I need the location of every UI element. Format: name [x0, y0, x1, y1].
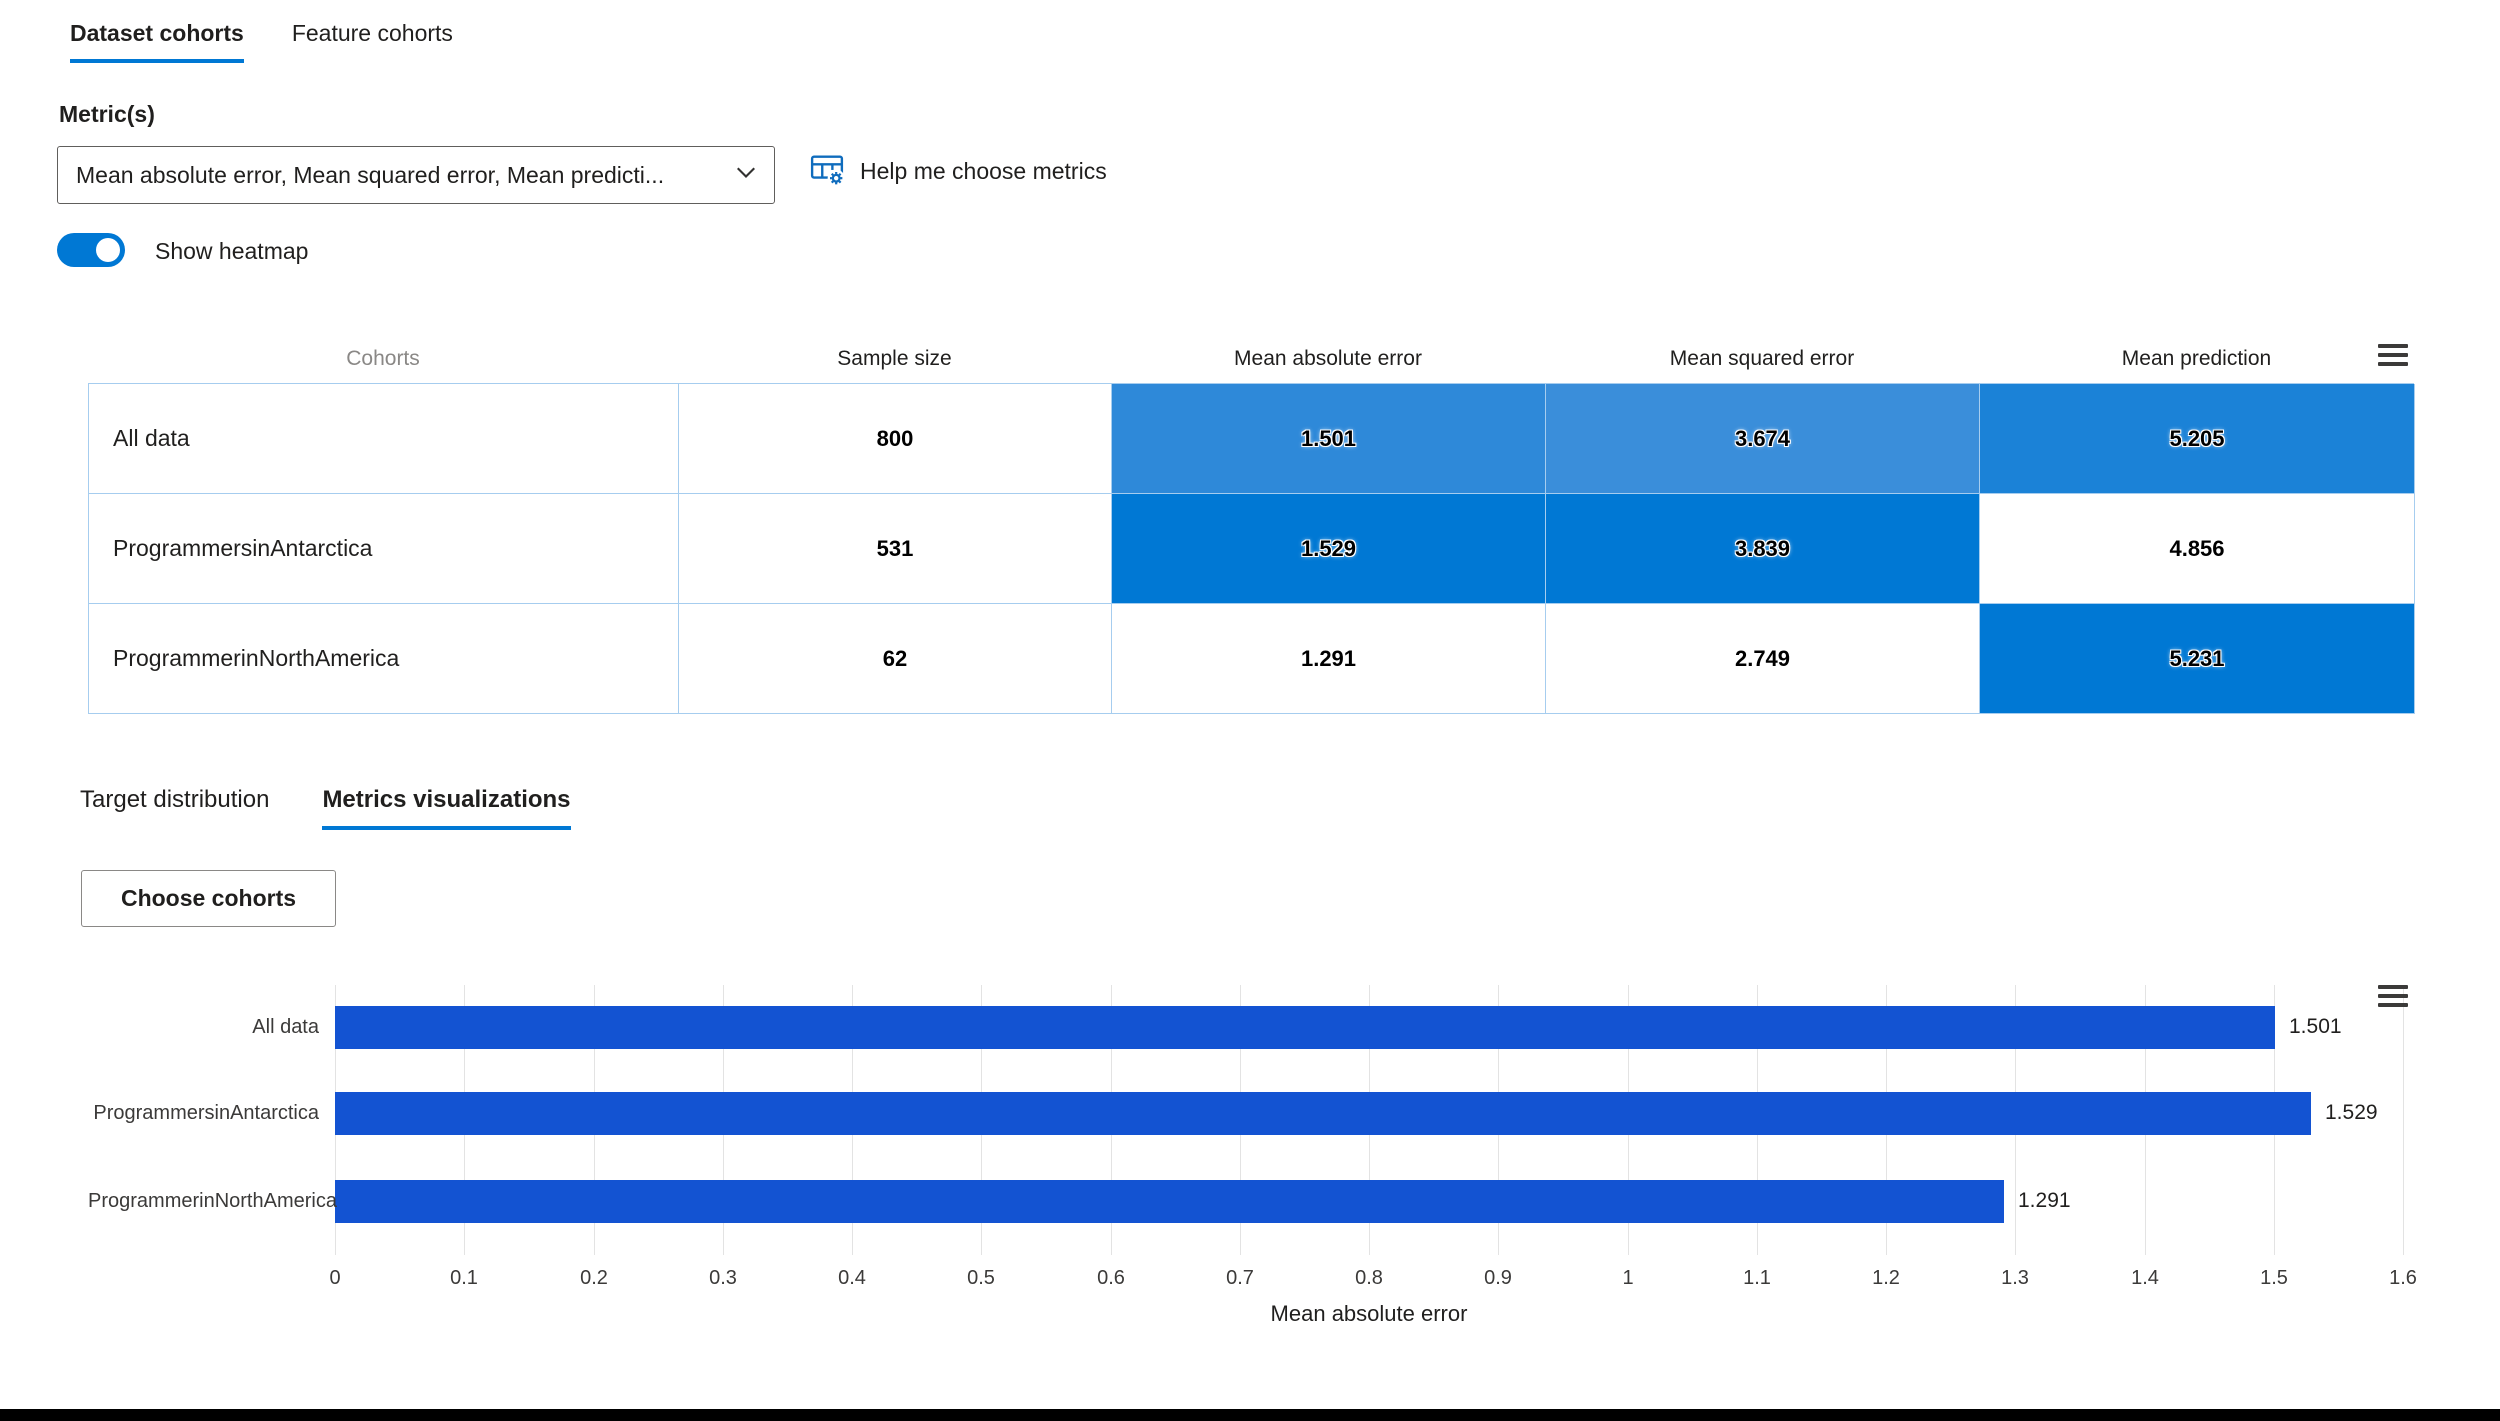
chart-x-ticks: 0 0.1 0.2 0.3 0.4 0.5 0.6 0.7 0.8 0.9 1 1.1 1.2 1.3 1.…	[329, 1267, 2416, 1293]
help-me-choose-metrics-button[interactable]: Help me choose metrics	[808, 150, 1107, 193]
x-tick-label: 0.4	[838, 1267, 866, 1289]
show-heatmap-toggle[interactable]	[57, 233, 125, 267]
x-tick-label: 0.7	[1226, 1267, 1254, 1289]
table-row: ProgrammersinAntarctica 531 1.529 3.839 …	[89, 494, 2415, 604]
x-tick-label: 0.1	[450, 1267, 478, 1289]
choose-cohorts-button[interactable]: Choose cohorts	[81, 870, 336, 927]
metrics-table: Cohorts Sample size Mean absolute error …	[88, 334, 2415, 714]
x-tick-label: 0.3	[709, 1267, 737, 1289]
col-header-cohorts: Cohorts	[346, 346, 420, 370]
y-category-label: ProgrammerinNorthAmerica	[88, 1190, 337, 1212]
col-header-sample-size: Sample size	[837, 346, 952, 370]
sample-size-cell: 531	[679, 494, 1112, 604]
bar-value-label: 1.291	[2018, 1189, 2071, 1212]
x-axis-title: Mean absolute error	[1270, 1301, 1468, 1326]
metrics-bar-chart: 1.501 1.529 1.291 All data ProgrammersinAnt…	[88, 975, 2417, 1355]
metric-dropdown[interactable]: Mean absolute error, Mean squared error,…	[57, 146, 775, 204]
x-tick-label: 1.4	[2131, 1267, 2159, 1289]
table-row: ProgrammerinNorthAmerica 62 1.291 2.749 …	[89, 604, 2415, 714]
cohort-tabs: Dataset cohorts Feature cohorts	[70, 20, 453, 63]
x-tick-label: 0.8	[1355, 1267, 1383, 1289]
col-header-mean-squared-error: Mean squared error	[1669, 346, 1855, 370]
y-category-label: All data	[252, 1016, 319, 1038]
bar-programmersinantarctica	[335, 1092, 2311, 1135]
y-category-label: ProgrammersinAntarctica	[93, 1102, 319, 1124]
visualization-tabs: Target distribution Metrics visualizatio…	[80, 786, 571, 830]
bar-programmerinnorthamerica	[335, 1180, 2004, 1223]
cohort-name-cell: ProgrammersinAntarctica	[89, 494, 679, 604]
chart-plot-area: 1.501 1.529 1.291	[335, 985, 2404, 1255]
bar-value-label: 1.501	[2289, 1015, 2342, 1038]
metric-cell: 2.749	[1546, 604, 1980, 714]
bottom-bar	[0, 1409, 2500, 1421]
tab-target-distribution[interactable]: Target distribution	[80, 786, 269, 830]
sample-size-cell: 800	[679, 384, 1112, 494]
metric-cell: 4.856	[1980, 494, 2415, 604]
metric-dropdown-value: Mean absolute error, Mean squared error,…	[76, 161, 665, 188]
x-tick-label: 0.6	[1097, 1267, 1125, 1289]
x-tick-label: 1.1	[1743, 1267, 1771, 1289]
bar-all-data	[335, 1006, 2275, 1049]
metric-cell: 3.839	[1546, 494, 1980, 604]
bar-value-label: 1.529	[2325, 1101, 2378, 1124]
table-row: All data 800 1.501 3.674 5.205	[89, 384, 2415, 494]
metrics-label: Metric(s)	[59, 101, 155, 127]
x-tick-label: 0.9	[1484, 1267, 1512, 1289]
metric-cell: 1.529	[1112, 494, 1546, 604]
table-menu-icon[interactable]	[2378, 344, 2408, 366]
table-header-row: Cohorts Sample size Mean absolute error …	[88, 334, 2414, 383]
x-tick-label: 1.5	[2260, 1267, 2288, 1289]
table-settings-icon	[808, 150, 846, 193]
table-body: All data 800 1.501 3.674 5.205 Programme…	[88, 383, 2415, 714]
tab-dataset-cohorts[interactable]: Dataset cohorts	[70, 20, 244, 63]
metric-cell: 1.291	[1112, 604, 1546, 714]
gridline	[2403, 985, 2404, 1255]
tab-feature-cohorts[interactable]: Feature cohorts	[292, 20, 453, 63]
cohort-name-cell: All data	[89, 384, 679, 494]
dataset-cohorts-page: Dataset cohorts Feature cohorts Metric(s…	[0, 0, 2500, 1421]
tab-metrics-visualizations[interactable]: Metrics visualizations	[322, 786, 571, 830]
metric-cell: 5.205	[1980, 384, 2415, 494]
metric-cell: 3.674	[1546, 384, 1980, 494]
help-me-choose-metrics-label: Help me choose metrics	[860, 158, 1107, 184]
cohort-name-cell: ProgrammerinNorthAmerica	[89, 604, 679, 714]
metric-cell: 5.231	[1980, 604, 2415, 714]
chevron-down-icon	[734, 160, 758, 190]
x-tick-label: 0.2	[580, 1267, 608, 1289]
show-heatmap-label: Show heatmap	[155, 238, 309, 264]
chart-menu-icon[interactable]	[2378, 985, 2408, 1007]
x-tick-label: 1	[1622, 1267, 1634, 1289]
x-tick-label: 1.2	[1872, 1267, 1900, 1289]
metric-cell: 1.501	[1112, 384, 1546, 494]
col-header-mean-prediction: Mean prediction	[2121, 346, 2272, 370]
sample-size-cell: 62	[679, 604, 1112, 714]
col-header-mean-absolute-error: Mean absolute error	[1234, 346, 1422, 370]
x-tick-label: 1.6	[2389, 1267, 2417, 1289]
x-tick-label: 1.3	[2001, 1267, 2029, 1289]
x-tick-label: 0	[329, 1267, 341, 1289]
toggle-knob	[96, 238, 120, 262]
x-tick-label: 0.5	[967, 1267, 995, 1289]
